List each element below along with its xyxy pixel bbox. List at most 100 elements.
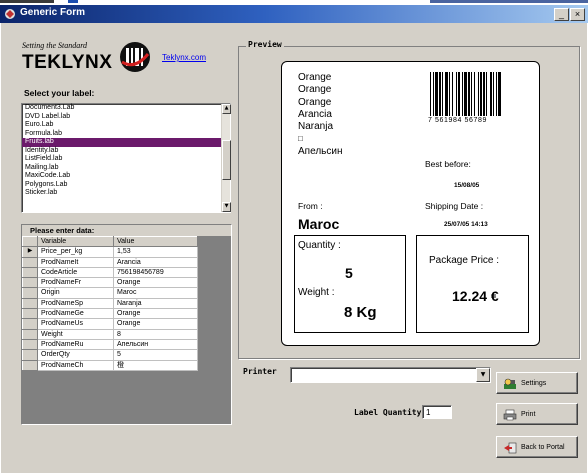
value-cell[interactable]: 橙 (113, 360, 198, 371)
barcode-bar (471, 72, 472, 116)
label-list-item[interactable]: Formula.lab (22, 130, 230, 139)
value-cell[interactable]: 756198456789 (113, 267, 198, 279)
label-list-item[interactable]: Identity.lab (22, 147, 230, 156)
teklynx-link[interactable]: Teklynx.com (162, 53, 206, 62)
value-cell[interactable]: Orange (113, 277, 198, 289)
row-header[interactable] (22, 359, 38, 371)
variable-cell: ProdNameIt (37, 257, 114, 268)
value-cell[interactable]: Orange (113, 318, 198, 330)
value-cell[interactable]: 5 (113, 349, 198, 361)
label-list-item[interactable]: Polygons.Lab (22, 181, 230, 190)
value-cell[interactable]: 8 (113, 329, 198, 340)
current-row-indicator-icon[interactable]: ▶ (22, 246, 38, 258)
print-button-label: Print (521, 411, 536, 418)
barcode-bar (478, 72, 479, 116)
label-list-item[interactable]: Fruits.lab (22, 138, 230, 147)
value-cell[interactable]: Maroc (113, 287, 198, 299)
variable-cell: ProdNameFr (37, 277, 114, 289)
table-row[interactable]: ProdNameGe Orange (22, 308, 198, 320)
table-row[interactable]: ProdNameCh 橙 (22, 359, 198, 371)
barcode-bar (483, 72, 485, 116)
table-row[interactable]: ProdNameRu Апельсин (22, 338, 198, 351)
barcode-bar (442, 72, 443, 116)
settings-icon (504, 378, 516, 389)
barcode-bar (474, 72, 475, 116)
chevron-down-icon[interactable]: ▼ (476, 368, 490, 382)
barcode-bar (445, 72, 448, 116)
table-row[interactable]: ProdNameFr Orange (22, 277, 198, 289)
package-price-value: 12.24 € (452, 288, 499, 304)
label-list-item[interactable]: Euro.Lab (22, 121, 230, 130)
table-row[interactable]: ProdNameSp Naranja (22, 297, 198, 310)
barcode-bar (496, 72, 497, 116)
logo-tagline: Setting the Standard (22, 41, 88, 50)
row-header[interactable] (22, 338, 38, 351)
variable-cell: ProdNameCh (37, 360, 114, 371)
variable-cell: OrderQty (37, 349, 114, 361)
row-header[interactable] (22, 287, 38, 299)
table-row[interactable]: ProdNameUs Orange (22, 318, 198, 330)
label-list-item[interactable]: DVD Label.lab (22, 113, 230, 122)
table-row[interactable]: CodeArticle 756198456789 (22, 266, 198, 279)
row-header[interactable] (22, 266, 38, 279)
scroll-thumb[interactable] (222, 140, 231, 180)
row-header[interactable] (22, 328, 38, 340)
barcode-bar (464, 72, 467, 116)
table-row[interactable]: ▶ Price_per_kg 1,53 (22, 246, 198, 258)
value-cell[interactable]: Апельсин (113, 339, 198, 351)
row-header[interactable] (22, 297, 38, 310)
printer-select[interactable]: ▼ (290, 367, 491, 383)
label-list-item[interactable]: ListField.lab (22, 155, 230, 164)
print-button[interactable]: Print (496, 403, 578, 425)
label-list-item[interactable]: Sticker.lab (22, 189, 230, 198)
package-price-box: Package Price : 12.24 € (416, 235, 529, 333)
variable-cell: ProdNameRu (37, 339, 114, 351)
shipping-date-label: Shipping Date : (425, 201, 484, 211)
value-cell[interactable]: 1,53 (113, 246, 198, 258)
table-row[interactable]: Weight 8 (22, 328, 198, 340)
label-list[interactable]: Document3.Lab DVD Label.lab Euro.Lab Formul… (21, 103, 231, 213)
grid-caption: Please enter data: (22, 225, 231, 236)
label-quantity-input[interactable]: 1 (422, 405, 452, 419)
row-header[interactable] (22, 277, 38, 289)
barcode-bar (435, 72, 438, 116)
label-list-item[interactable]: Mailing.lab (22, 164, 230, 173)
barcode-bar (498, 72, 501, 116)
row-header[interactable] (22, 349, 38, 361)
logo-wordmark: TEKLYNX (22, 52, 113, 73)
column-header-variable: Variable (37, 235, 114, 248)
barcode-text: 7 561984 56789 (428, 117, 488, 124)
scroll-down-icon[interactable]: ▼ (222, 202, 231, 212)
value-cell[interactable]: Naranja (113, 298, 198, 310)
package-price-label: Package Price : (429, 255, 500, 266)
scroll-up-icon[interactable]: ▲ (222, 104, 231, 114)
label-list-scrollbar[interactable]: ▲ ▼ (221, 104, 231, 212)
data-grid: Please enter data: Variable Value ▶ Price… (21, 224, 232, 425)
best-before-label: Best before: (425, 159, 471, 169)
exit-door-icon (504, 442, 517, 454)
barcode-bar (439, 72, 441, 116)
quantity-value: 5 (345, 265, 353, 281)
variable-cell: ProdNameSp (37, 298, 114, 310)
logo-emblem-icon (120, 42, 150, 72)
product-name: Orange (298, 72, 332, 83)
back-to-portal-label: Back to Portal (521, 444, 565, 451)
row-header[interactable] (22, 256, 38, 268)
row-header[interactable] (22, 308, 38, 320)
label-list-item[interactable]: Document3.Lab (22, 104, 230, 113)
value-cell[interactable]: Orange (113, 308, 198, 320)
table-row[interactable]: ProdNameIt Arancia (22, 256, 198, 268)
settings-button[interactable]: Settings (496, 372, 578, 394)
barcode-bar (458, 72, 460, 116)
close-icon[interactable]: × (570, 8, 585, 21)
variable-cell: CodeArticle (37, 267, 114, 279)
row-header[interactable] (22, 318, 38, 330)
label-list-item[interactable]: MaxiCode.Lab (22, 172, 230, 181)
product-name: Arancia (298, 108, 332, 120)
value-cell[interactable]: Arancia (113, 257, 198, 268)
table-row[interactable]: Origin Maroc (22, 287, 198, 299)
table-row[interactable]: OrderQty 5 (22, 349, 198, 361)
title-bar: Generic Form _ × (0, 5, 588, 23)
minimize-button[interactable]: _ (554, 8, 569, 21)
back-to-portal-button[interactable]: Back to Portal (496, 436, 578, 458)
